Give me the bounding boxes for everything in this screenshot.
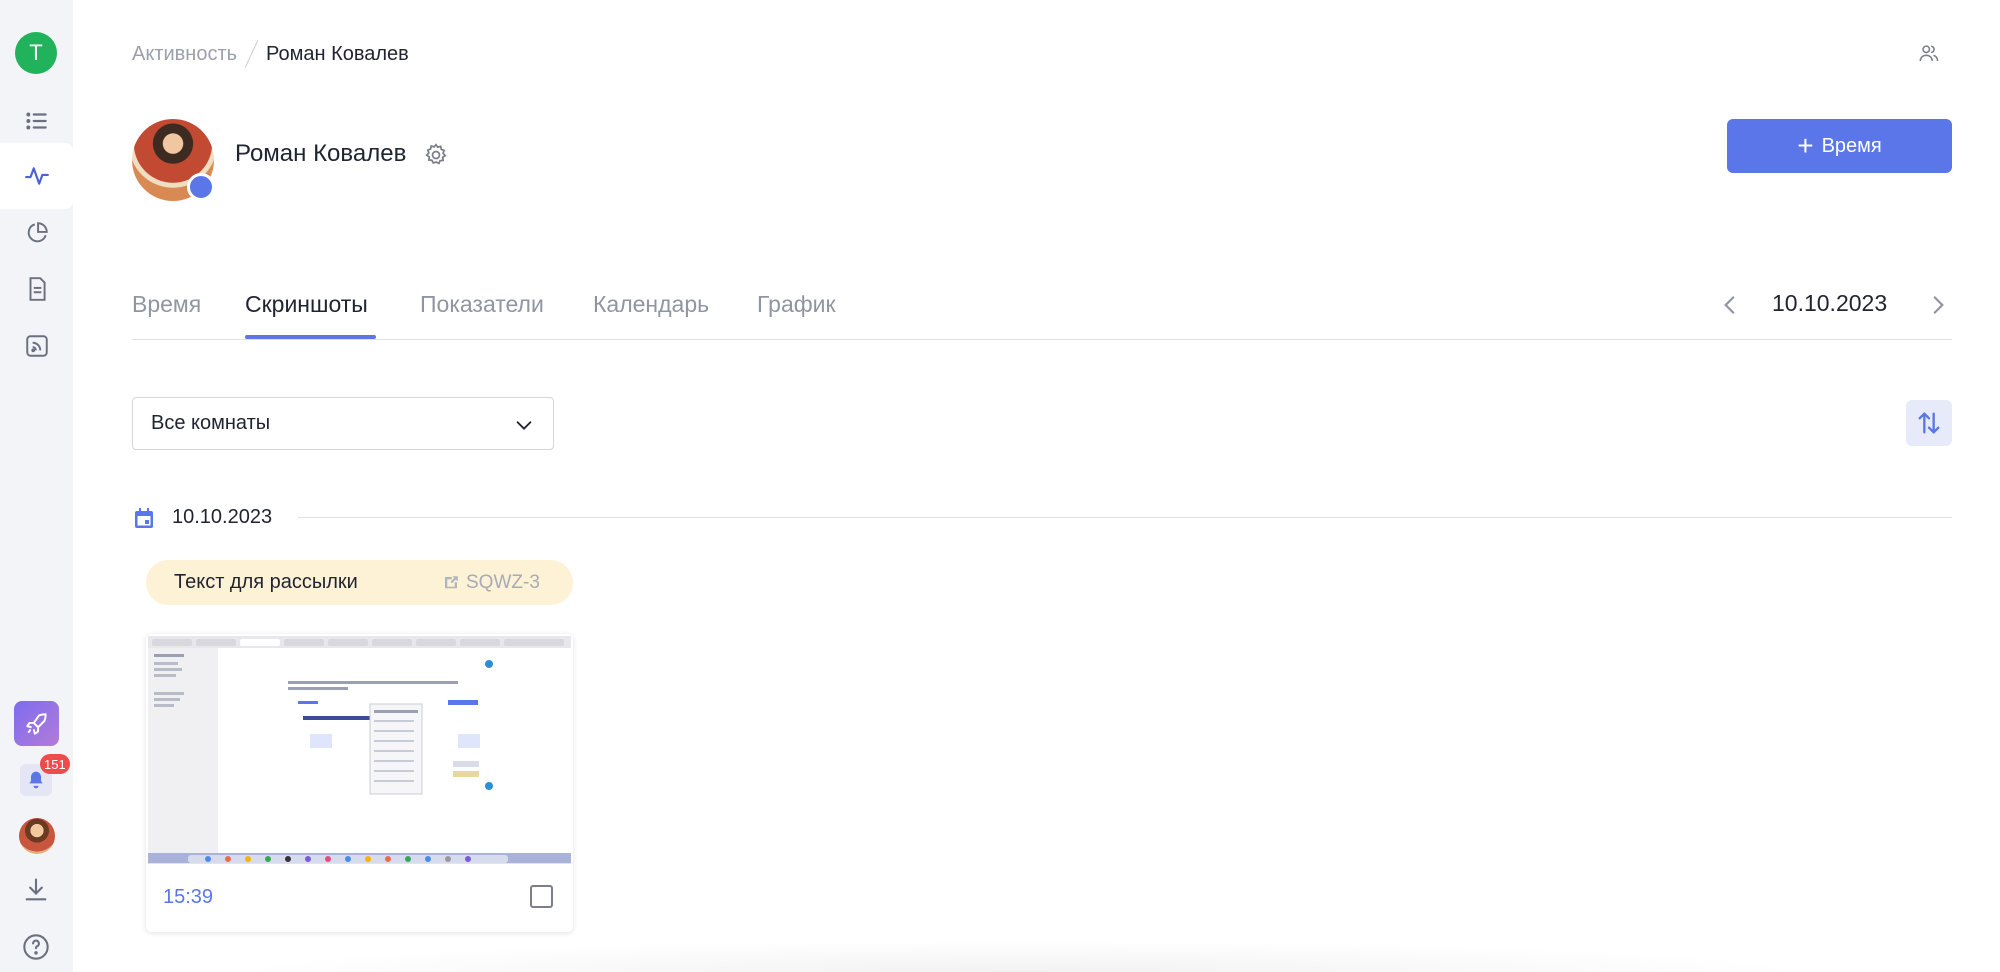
- tab-screenshots[interactable]: Скриншоты: [245, 291, 368, 318]
- breadcrumb-parent[interactable]: Активность: [132, 43, 237, 66]
- room-select[interactable]: Все комнаты: [132, 397, 554, 450]
- chevron-left-icon: [1724, 296, 1735, 314]
- task-code: SQWZ-3: [466, 572, 540, 593]
- breadcrumb-current: Роман Ковалев: [266, 42, 409, 65]
- user-avatar[interactable]: [19, 818, 55, 854]
- help-icon: [23, 934, 49, 960]
- sort-button[interactable]: [1906, 400, 1952, 446]
- day-date: 10.10.2023: [172, 506, 273, 528]
- list-icon: [25, 112, 47, 130]
- selected-date[interactable]: 10.10.2023: [1772, 290, 1887, 317]
- active-tab-indicator: [245, 335, 376, 339]
- tab-calendar[interactable]: Календарь: [593, 291, 709, 318]
- breadcrumb-separator: [244, 40, 259, 68]
- tab-metrics[interactable]: Показатели: [420, 291, 544, 318]
- profile-settings-button[interactable]: [423, 142, 449, 173]
- screenshot-thumbnail[interactable]: [148, 636, 571, 864]
- download-icon: [25, 878, 47, 901]
- download-button[interactable]: [22, 876, 50, 909]
- tab-time[interactable]: Время: [132, 291, 201, 318]
- profile-name: Роман Ковалев: [235, 140, 407, 167]
- breadcrumb: Активность Роман Ковалев: [132, 39, 409, 69]
- task-title: Текст для рассылки: [174, 571, 358, 593]
- activity-icon: [24, 167, 49, 185]
- feed-icon: [25, 335, 48, 357]
- day-divider: [298, 517, 1952, 518]
- gear-icon: [425, 143, 447, 165]
- chevron-down-icon: [516, 421, 532, 430]
- screenshot-time: 15:39: [163, 886, 214, 908]
- workspace-avatar[interactable]: T: [15, 32, 57, 74]
- pie-chart-icon: [27, 222, 48, 243]
- next-date-button[interactable]: [1925, 292, 1951, 323]
- screenshot-card[interactable]: 15:39: [146, 634, 573, 932]
- users-icon: [1919, 45, 1939, 62]
- help-button[interactable]: [22, 933, 50, 966]
- calendar-icon: [135, 508, 153, 528]
- task-link[interactable]: SQWZ-3: [442, 572, 540, 594]
- document-icon: [29, 277, 46, 301]
- sidebar: T 151: [0, 0, 73, 972]
- rocket-button[interactable]: [14, 701, 59, 746]
- tabs: Время Скриншоты Показатели Календарь Гра…: [132, 285, 1952, 340]
- plus-icon: +: [1797, 130, 1814, 161]
- tab-chart[interactable]: График: [757, 291, 836, 318]
- add-time-label: Время: [1821, 134, 1882, 157]
- notifications-badge: 151: [40, 754, 70, 774]
- day-header: 10.10.2023: [132, 504, 1952, 532]
- status-dot: [187, 173, 215, 201]
- screenshot-checkbox[interactable]: [530, 885, 553, 908]
- previous-date-button[interactable]: [1717, 292, 1743, 323]
- rocket-icon: [25, 712, 47, 735]
- team-button[interactable]: [1918, 42, 1940, 69]
- sidebar-item-feed[interactable]: [0, 313, 73, 379]
- bell-icon: [29, 771, 43, 789]
- screenshot-preview-image: [148, 636, 571, 863]
- sort-arrows-icon: [1918, 412, 1940, 434]
- add-time-button[interactable]: + Время: [1727, 119, 1952, 173]
- scroll-shadow: [220, 940, 1820, 972]
- room-select-value: Все комнаты: [151, 412, 271, 434]
- chevron-right-icon: [1933, 296, 1944, 314]
- external-link-icon: [445, 576, 458, 589]
